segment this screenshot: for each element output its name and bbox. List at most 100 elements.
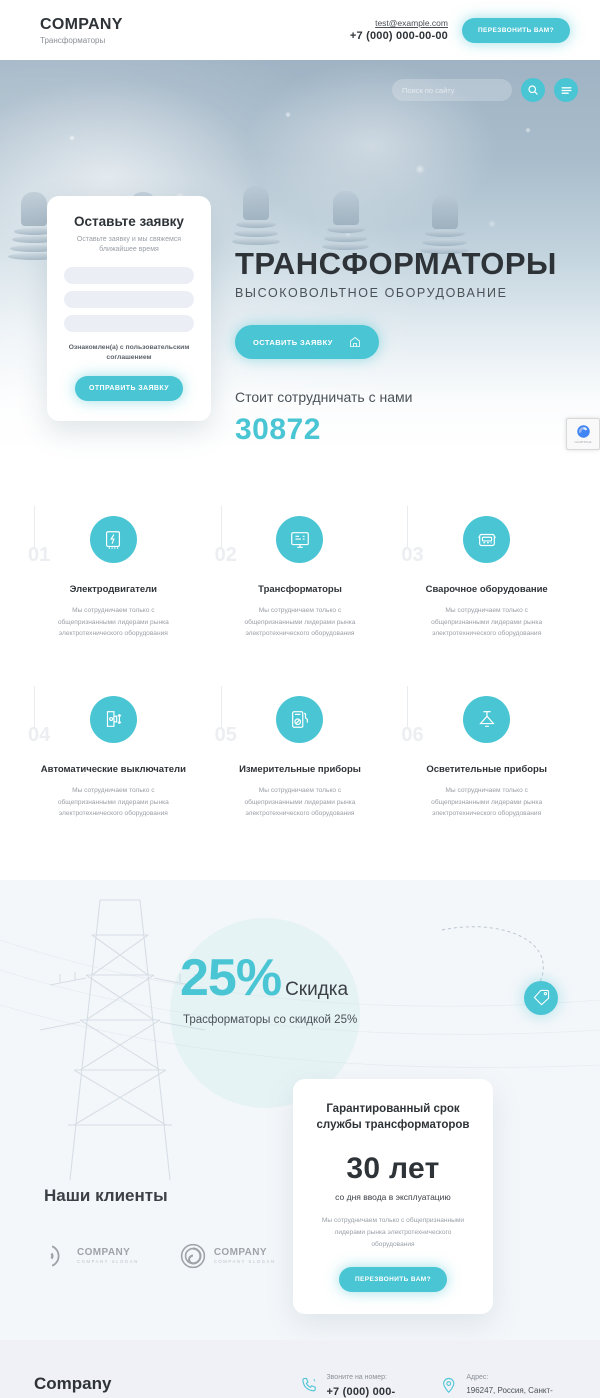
- discount-content: 25% Скидка Трасформаторы со скидкой 25%: [0, 940, 600, 1026]
- client-logo-item[interactable]: COMPANY COMPANY SLOGAN: [179, 1242, 276, 1270]
- service-number: 06: [401, 723, 424, 746]
- footer-brand: Company Электротехническая продукция: [34, 1374, 140, 1398]
- header-contacts: test@example.com +7 (000) 000-00-00 ПЕРЕ…: [350, 17, 570, 43]
- stat-title: Стоит сотрудничать с нами: [235, 389, 413, 405]
- header-phone[interactable]: +7 (000) 000-00-00: [350, 30, 448, 42]
- multimeter-icon: [276, 695, 324, 743]
- service-title: Сварочное оборудование: [425, 584, 548, 595]
- footer-phone[interactable]: +7 (000) 000-00-00: [326, 1386, 403, 1398]
- site-footer: Company Электротехническая продукция Зво…: [0, 1339, 600, 1398]
- service-title: Трансформаторы: [258, 584, 342, 595]
- menu-button[interactable]: [554, 78, 578, 102]
- recaptcha-label: reCAPTCHA: [574, 440, 592, 444]
- service-description: Мы сотрудничаем только с общепризнанными…: [431, 607, 543, 638]
- footer-brand-name: Company: [34, 1373, 112, 1393]
- client-name: COMPANY: [213, 1246, 267, 1258]
- divider: [220, 506, 222, 548]
- service-number: 03: [401, 544, 424, 566]
- guarantee-card: Гарантированный срок службы трансформато…: [293, 1078, 493, 1314]
- electric-motor-icon: [89, 516, 137, 563]
- form-agreement-text[interactable]: Ознакомлен(а) с пользовательским соглаше…: [64, 343, 194, 363]
- service-card[interactable]: 02 Трансформаторы Мы сотрудничаем только…: [207, 506, 394, 640]
- service-title: Автоматические выключатели: [40, 763, 186, 775]
- client-name: COMPANY: [77, 1246, 131, 1258]
- hero-content: ТРАНСФОРМАТОРЫ ВЫСОКОВОЛЬТНОЕ ОБОРУДОВАН…: [235, 248, 575, 450]
- form-name-input[interactable]: [64, 267, 194, 285]
- header-callback-button[interactable]: ПЕРЕЗВОНИТЬ ВАМ?: [461, 17, 570, 43]
- client-logo-item[interactable]: COMPANY COMPANY SLOGAN: [44, 1243, 139, 1269]
- brand-logo[interactable]: COMPANY Трансформаторы: [40, 16, 123, 45]
- guarantee-duration: 30 лет: [346, 1152, 440, 1186]
- client-slogan: COMPANY SLOGAN: [77, 1258, 139, 1264]
- crescent-logo-icon: [50, 1245, 60, 1267]
- footer-address-block: Адрес: 196247, Россия, Санкт-Петербург, …: [440, 1374, 566, 1398]
- divider: [220, 685, 222, 728]
- discount-section: 25% Скидка Трасформаторы со скидкой 25% …: [0, 879, 600, 1340]
- service-card[interactable]: 01 Электродвигатели Мы сотрудничаем толь…: [20, 506, 207, 640]
- contacts-block: test@example.com +7 (000) 000-00-00: [350, 18, 448, 42]
- footer-phone-block: Звоните на номер: +7 (000) 000-00-00: [300, 1374, 404, 1398]
- footer-phone-label: Звоните на номер:: [326, 1373, 387, 1381]
- hamburger-menu-icon: [561, 86, 571, 94]
- discount-word: Скидка: [285, 978, 349, 1000]
- service-description: Мы сотрудничаем только с общепризнанными…: [244, 607, 356, 638]
- location-pin-icon: [442, 1377, 455, 1393]
- lamp-icon: [463, 695, 511, 743]
- landing-page: COMPANY Трансформаторы test@example.com …: [0, 0, 600, 1398]
- circuit-breaker-icon: [89, 695, 137, 743]
- home-icon: [349, 336, 360, 347]
- form-title: Оставьте заявку: [74, 214, 184, 229]
- service-description: Мы сотрудничаем только с общепризнанными…: [57, 787, 169, 818]
- service-number: 05: [214, 723, 237, 746]
- form-phone-input[interactable]: [64, 291, 194, 309]
- footer-address-label: Адрес:: [466, 1373, 489, 1381]
- price-tag-icon: [524, 980, 558, 1015]
- guarantee-description: Мы сотрудничаем только с общепризнанными…: [321, 1217, 465, 1248]
- guarantee-callback-button[interactable]: ПЕРЕЗВОНИТЬ ВАМ?: [338, 1266, 447, 1292]
- hero-cta-label: ОСТАВИТЬ ЗАЯВКУ: [253, 337, 333, 347]
- form-subtitle: Оставьте заявку и мы свяжемся ближайшее …: [76, 236, 182, 254]
- guarantee-title: Гарантированный срок службы трансформато…: [316, 1102, 470, 1132]
- search-icon: [528, 85, 538, 95]
- site-header: COMPANY Трансформаторы test@example.com …: [0, 0, 600, 60]
- search-button[interactable]: [521, 78, 545, 102]
- header-email-link[interactable]: test@example.com: [350, 18, 448, 28]
- discount-percent: 25%: [180, 948, 282, 1007]
- footer-address-line-1: 196247, Россия, Санкт-Петербург,: [466, 1385, 553, 1395]
- service-card[interactable]: 03 Сварочное оборудование Мы сотрудничае…: [393, 506, 580, 640]
- divider: [34, 506, 35, 548]
- spiral-logo-icon: [180, 1243, 205, 1268]
- service-description: Мы сотрудничаем только с общепризнанными…: [57, 607, 169, 638]
- service-number: 02: [214, 544, 237, 566]
- service-title: Электродвигатели: [69, 584, 158, 595]
- service-card[interactable]: 04 Автоматические выключатели Мы сотрудн…: [20, 685, 207, 820]
- page-title: ТРАНСФОРМАТОРЫ: [235, 246, 557, 281]
- client-slogan: COMPANY SLOGAN: [213, 1258, 276, 1264]
- service-number: 01: [28, 544, 51, 566]
- phone-icon: [302, 1377, 316, 1392]
- search-box[interactable]: [392, 79, 512, 101]
- recaptcha-icon: [576, 425, 590, 438]
- recaptcha-badge[interactable]: reCAPTCHA: [566, 418, 600, 450]
- brand-name: COMPANY: [40, 15, 123, 33]
- guarantee-condition: со дня ввода в эксплуатацию: [335, 1192, 451, 1203]
- divider: [407, 506, 409, 548]
- service-card[interactable]: 06 Осветительные приборы Мы сотрудничаем…: [393, 685, 580, 820]
- stat-number: 30872: [235, 413, 321, 446]
- form-email-input[interactable]: [64, 315, 194, 333]
- service-description: Мы сотрудничаем только с общепризнанными…: [244, 787, 356, 818]
- service-card[interactable]: 05 Измерительные приборы Мы сотрудничаем…: [207, 685, 394, 820]
- insulator-tower-decoration: [232, 185, 280, 245]
- search-input[interactable]: [402, 85, 502, 95]
- stat-label: Наименований товара: [235, 449, 575, 450]
- service-description: Мы сотрудничаем только с общепризнанными…: [431, 787, 543, 818]
- hero-cta-button[interactable]: ОСТАВИТЬ ЗАЯВКУ: [235, 325, 379, 359]
- service-title: Измерительные приборы: [239, 763, 361, 775]
- transformer-monitor-icon: [276, 516, 324, 563]
- service-number: 04: [28, 723, 51, 746]
- divider: [407, 685, 409, 728]
- form-submit-button[interactable]: ОТПРАВИТЬ ЗАЯВКУ: [75, 375, 183, 401]
- welding-equipment-icon: [463, 516, 511, 563]
- divider: [34, 685, 35, 728]
- brand-subtitle: Трансформаторы: [40, 35, 106, 45]
